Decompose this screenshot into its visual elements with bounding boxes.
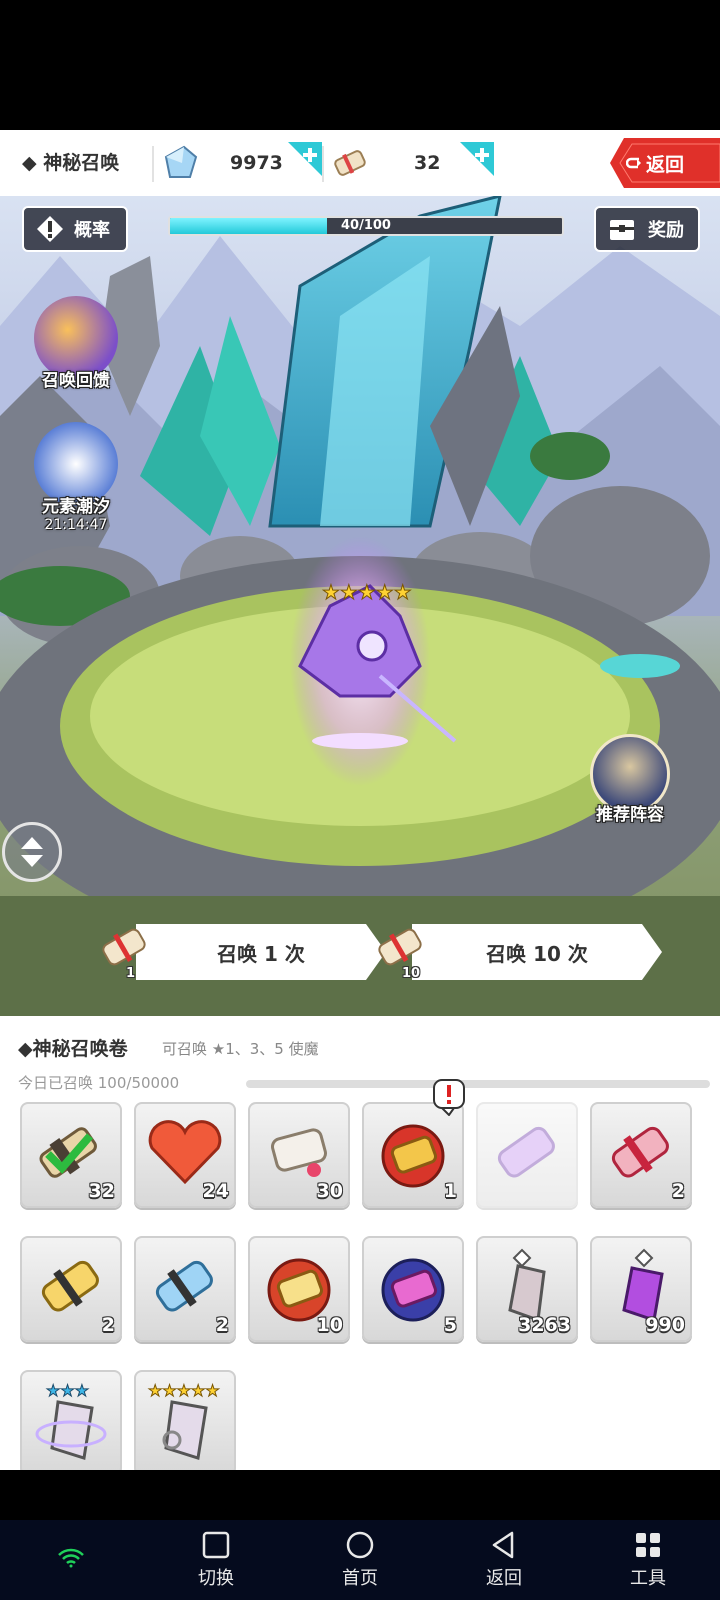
- gem-resource: 9973: [160, 142, 283, 184]
- reward-label: 奖励: [648, 220, 684, 241]
- summon-one-label: 召唤 1 次: [217, 942, 305, 966]
- item-count: 5: [443, 1314, 457, 1336]
- item-count: 10: [316, 1314, 343, 1336]
- item-count: 32: [88, 1180, 115, 1202]
- item-slot[interactable]: 2: [20, 1236, 122, 1342]
- up-down-icon: [21, 837, 43, 867]
- item-slot[interactable]: ★★★★★: [134, 1370, 236, 1470]
- daily-summon-count: 今日已召唤 100/50000: [18, 1074, 180, 1092]
- alert-icon: [37, 216, 63, 242]
- gem-count: 9973: [230, 152, 283, 174]
- nav-tools-button[interactable]: 工具: [608, 1530, 688, 1590]
- nav-spacer: [0, 1470, 720, 1520]
- nav-home-label: 首页: [342, 1568, 378, 1589]
- scroll-handle[interactable]: [2, 822, 62, 882]
- item-slot[interactable]: ★★★: [20, 1370, 122, 1470]
- scroll-resource: 32: [330, 142, 440, 184]
- element-tide-label: 元素潮汐: [42, 497, 110, 517]
- recommend-lineup-label: 推荐阵容: [596, 805, 664, 825]
- square-icon: [202, 1531, 230, 1559]
- item-count: 3263: [518, 1314, 571, 1336]
- summon-scene: ★★★★★ 概率 40/100 奖励 召唤回馈 元素潮汐 21:14:47 推荐…: [0, 196, 720, 1016]
- nav-tools-label: 工具: [630, 1568, 666, 1589]
- item-slot[interactable]: 1: [362, 1102, 464, 1208]
- summon-feedback-button[interactable]: 召唤回馈: [26, 296, 126, 391]
- divider: [322, 146, 324, 182]
- summon-one-cost: 1: [126, 966, 136, 981]
- element-tide-timer: 21:14:47: [44, 517, 108, 533]
- item-slot[interactable]: 2: [134, 1236, 236, 1342]
- rate-label: 概率: [74, 220, 110, 241]
- new-alert-badge-icon: [433, 1079, 465, 1116]
- item-count: 2: [671, 1180, 685, 1202]
- item-slot[interactable]: 2: [590, 1102, 692, 1208]
- three-star-shard-icon: ★★★: [35, 1381, 107, 1460]
- summon-one-button[interactable]: 召唤 1 次 1: [96, 924, 396, 982]
- panel-subtitle: 可召唤 ★1、3、5 使魔: [162, 1040, 319, 1058]
- element-tide-button[interactable]: 元素潮汐 21:14:47: [26, 422, 126, 533]
- add-scrolls-button[interactable]: [460, 142, 494, 176]
- svg-text:★★★★★: ★★★★★: [148, 1381, 220, 1400]
- five-star-shard-icon: ★★★★★: [148, 1381, 220, 1460]
- item-count: 990: [645, 1314, 685, 1336]
- item-count: 30: [316, 1180, 343, 1202]
- summon-ten-button[interactable]: 召唤 10 次 10: [372, 924, 672, 982]
- item-count: 2: [101, 1314, 115, 1336]
- grid-tools-icon: [636, 1533, 660, 1557]
- item-slot[interactable]: 32: [20, 1102, 122, 1208]
- daily-summon-bar: [246, 1080, 710, 1088]
- purple-scroll-icon: [497, 1126, 555, 1178]
- summon-ten-label: 召唤 10 次: [486, 942, 588, 966]
- item-slot[interactable]: 10: [248, 1236, 350, 1342]
- page-title: ◆ 神秘召唤: [22, 152, 120, 174]
- item-count: 24: [202, 1180, 229, 1202]
- add-gems-button[interactable]: [288, 142, 322, 176]
- wifi-icon: [58, 1548, 84, 1568]
- summon-progress-bar: 40/100: [168, 216, 564, 236]
- back-label: 返回: [646, 154, 685, 176]
- status-area: [0, 0, 720, 130]
- progress-text: 40/100: [341, 218, 391, 233]
- summon-ten-cost: 10: [402, 966, 421, 981]
- scroll-inventory-panel: ◆神秘召唤卷 可召唤 ★1、3、5 使魔 今日已召唤 100/50000 32 …: [0, 1016, 720, 1470]
- item-slot[interactable]: 3263: [476, 1236, 578, 1342]
- circle-home-icon: [346, 1531, 374, 1559]
- triangle-back-icon: [492, 1531, 514, 1559]
- back-button[interactable]: 返回: [610, 138, 720, 188]
- item-count: 2: [215, 1314, 229, 1336]
- item-count: 1: [443, 1180, 457, 1202]
- chest-icon: [610, 220, 634, 240]
- gem-icon: [164, 145, 198, 178]
- return-icon: [626, 157, 641, 169]
- scroll-icon: [334, 150, 366, 176]
- item-slot[interactable]: [476, 1102, 578, 1208]
- rate-button[interactable]: 概率: [22, 206, 128, 252]
- summon-feedback-label: 召唤回馈: [42, 371, 110, 391]
- recommend-lineup-button[interactable]: 推荐阵容: [580, 734, 680, 825]
- nav-switch-label: 切换: [198, 1568, 234, 1589]
- nav-switch-button[interactable]: 切换: [176, 1530, 256, 1590]
- svg-text:★★★: ★★★: [46, 1381, 89, 1400]
- nav-back-button[interactable]: 返回: [464, 1530, 544, 1590]
- item-slot[interactable]: 5: [362, 1236, 464, 1342]
- top-header: ◆ 神秘召唤 9973 32 返回: [0, 130, 720, 196]
- nav-back-label: 返回: [486, 1568, 522, 1589]
- divider: [152, 146, 154, 182]
- item-slot[interactable]: 30: [248, 1102, 350, 1208]
- item-slot[interactable]: 24: [134, 1102, 236, 1208]
- item-slot[interactable]: 990: [590, 1236, 692, 1342]
- system-nav-bar: 切换 首页 返回 工具: [0, 1520, 720, 1600]
- nav-home-button[interactable]: 首页: [320, 1530, 400, 1590]
- reward-button[interactable]: 奖励: [594, 206, 700, 252]
- panel-title: ◆神秘召唤卷: [18, 1038, 128, 1060]
- svg-text:★★★★★: ★★★★★: [322, 580, 412, 604]
- scroll-count: 32: [414, 152, 441, 174]
